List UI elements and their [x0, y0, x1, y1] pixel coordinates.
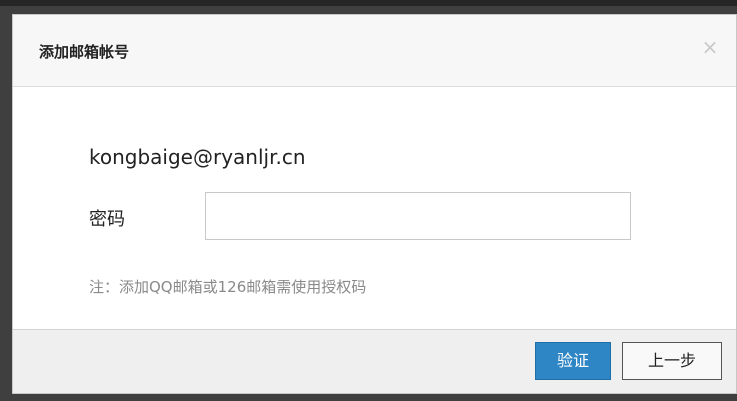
auth-code-note: 注：添加QQ邮箱或126邮箱需使用授权码	[89, 278, 367, 296]
password-field[interactable]	[205, 192, 631, 240]
top-bar	[0, 0, 737, 6]
dialog-footer: 验证 上一步	[13, 329, 736, 393]
add-email-account-dialog: 添加邮箱帐号 × kongbaige@ryanljr.cn 密码 注：添加QQ邮…	[12, 14, 737, 394]
dialog-title: 添加邮箱帐号	[39, 43, 130, 61]
dialog-header: 添加邮箱帐号 ×	[13, 15, 736, 87]
previous-step-button[interactable]: 上一步	[622, 342, 722, 380]
close-icon[interactable]: ×	[700, 37, 720, 57]
email-address: kongbaige@ryanljr.cn	[89, 145, 306, 169]
verify-button[interactable]: 验证	[535, 342, 611, 380]
password-label: 密码	[89, 209, 125, 230]
